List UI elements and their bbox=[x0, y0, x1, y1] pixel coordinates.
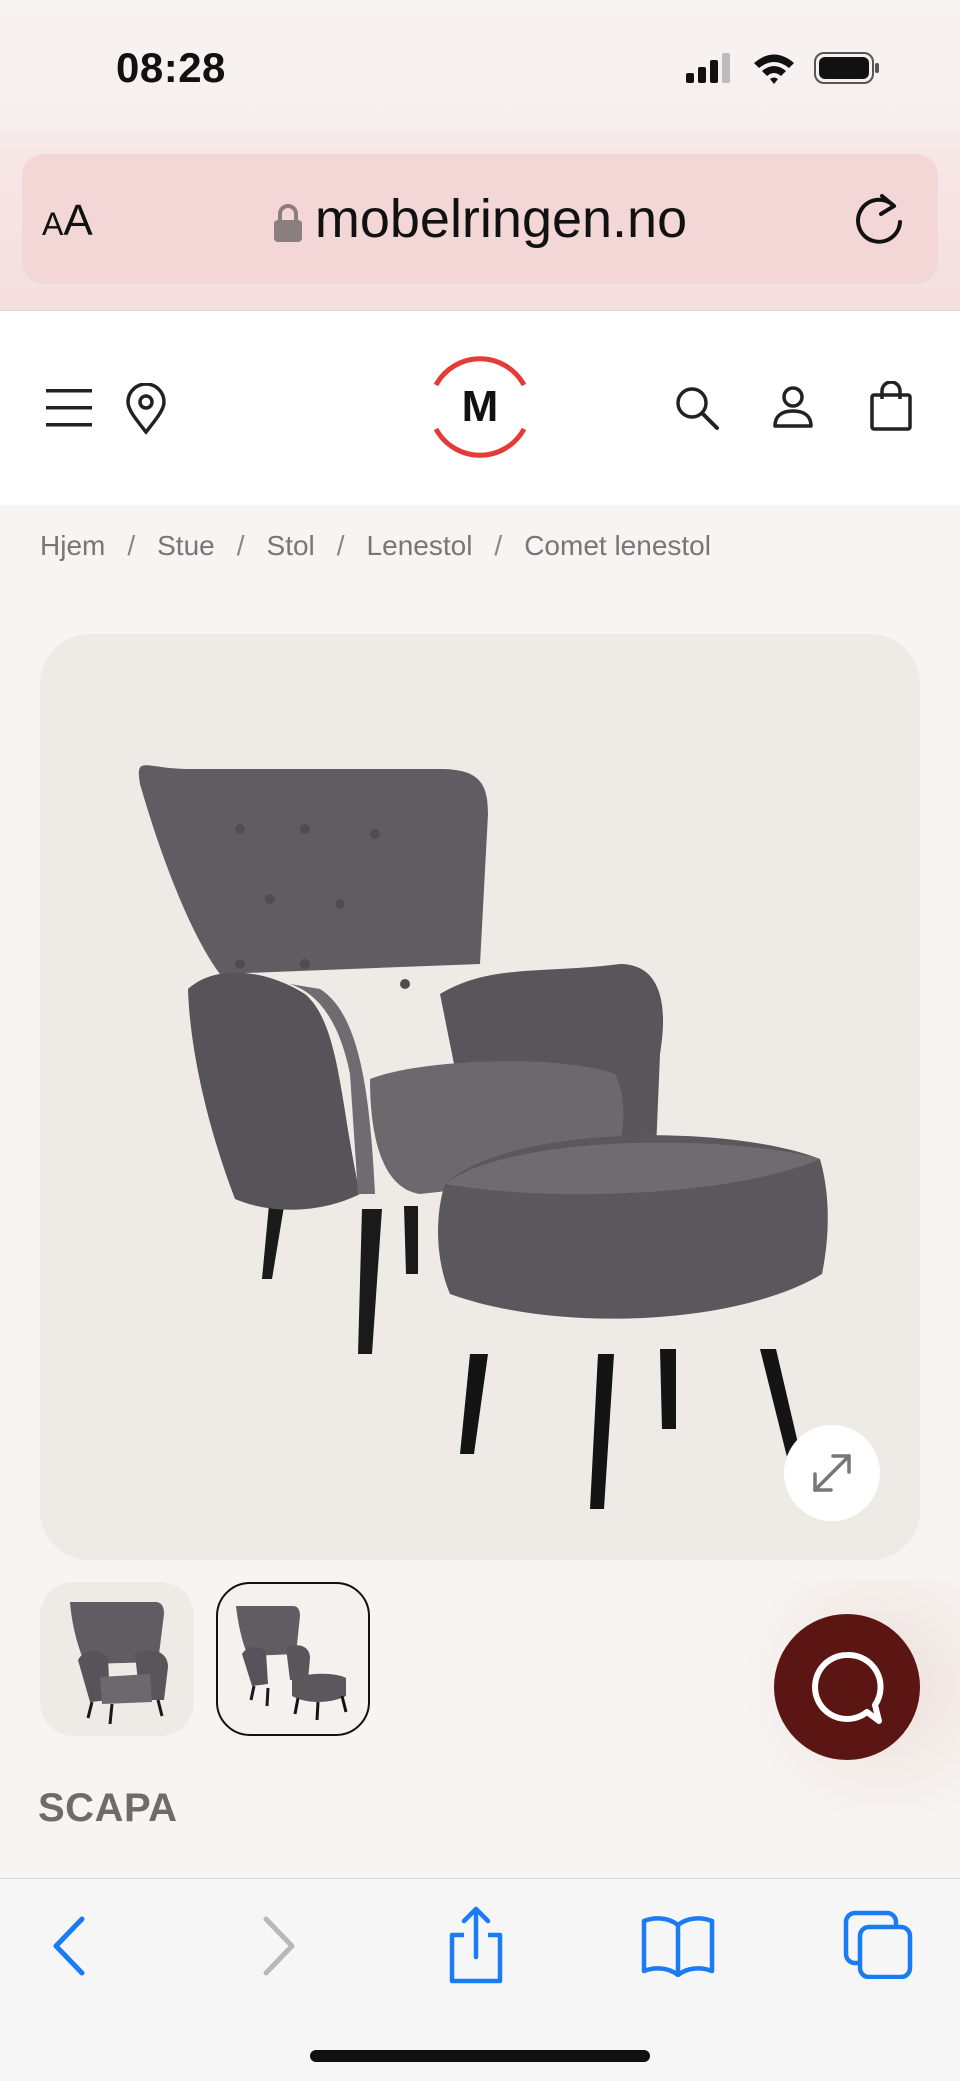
battery-icon bbox=[814, 52, 879, 84]
wifi-icon bbox=[754, 54, 794, 84]
url-display[interactable]: mobelringen.no bbox=[22, 188, 938, 250]
bag-icon[interactable] bbox=[870, 381, 912, 431]
lock-icon bbox=[273, 203, 302, 242]
product-main-image[interactable] bbox=[40, 634, 920, 1560]
forward-icon[interactable] bbox=[260, 1915, 298, 1977]
breadcrumb: Hjem / Stue / Stol / Lenestol / Comet le… bbox=[40, 530, 711, 562]
browser-toolbar bbox=[0, 1878, 960, 2081]
breadcrumb-separator: / bbox=[127, 530, 136, 561]
product-brand[interactable]: SCAPA bbox=[38, 1786, 178, 1831]
breadcrumb-separator: / bbox=[236, 530, 245, 561]
armchair-with-footstool-image bbox=[138, 765, 828, 1509]
reload-icon[interactable] bbox=[850, 188, 908, 250]
bookmarks-icon[interactable] bbox=[640, 1913, 716, 1977]
site-header: M bbox=[0, 310, 960, 505]
armchair-footstool-thumbnail-image bbox=[236, 1606, 348, 1721]
expand-icon bbox=[813, 1454, 851, 1492]
breadcrumb-link-lenestol[interactable]: Lenestol bbox=[367, 530, 473, 562]
breadcrumb-separator: / bbox=[336, 530, 345, 561]
browser-top-chrome: 08:28 AA mobelringen.no bbox=[0, 0, 960, 310]
tabs-icon[interactable] bbox=[842, 1909, 914, 1979]
chat-icon bbox=[812, 1651, 884, 1724]
url-text: mobelringen.no bbox=[314, 189, 688, 249]
breadcrumb-link-stol[interactable]: Stol bbox=[267, 530, 315, 562]
home-indicator bbox=[310, 2050, 650, 2062]
address-bar[interactable]: AA mobelringen.no bbox=[22, 154, 938, 284]
cellular-signal-icon bbox=[686, 53, 730, 83]
back-icon[interactable] bbox=[50, 1915, 88, 1977]
armchair-thumbnail-image bbox=[70, 1602, 168, 1725]
expand-image-button[interactable] bbox=[784, 1425, 880, 1521]
site-logo[interactable]: M bbox=[420, 347, 540, 467]
chat-button[interactable] bbox=[774, 1614, 920, 1760]
location-pin-icon[interactable] bbox=[124, 383, 168, 435]
menu-icon[interactable] bbox=[46, 387, 92, 429]
search-icon[interactable] bbox=[674, 385, 720, 431]
logo-letter: M bbox=[462, 382, 499, 431]
breadcrumb-link-hjem[interactable]: Hjem bbox=[40, 530, 105, 562]
status-icons bbox=[686, 52, 880, 84]
status-time: 08:28 bbox=[116, 44, 226, 91]
share-icon[interactable] bbox=[446, 1905, 506, 1985]
breadcrumb-link-stue[interactable]: Stue bbox=[157, 530, 215, 562]
thumbnail-armchair-with-footstool[interactable] bbox=[216, 1582, 370, 1736]
breadcrumb-separator: / bbox=[494, 530, 503, 561]
user-icon[interactable] bbox=[772, 385, 814, 429]
breadcrumb-current: Comet lenestol bbox=[524, 530, 711, 561]
thumbnail-armchair[interactable] bbox=[40, 1582, 194, 1736]
